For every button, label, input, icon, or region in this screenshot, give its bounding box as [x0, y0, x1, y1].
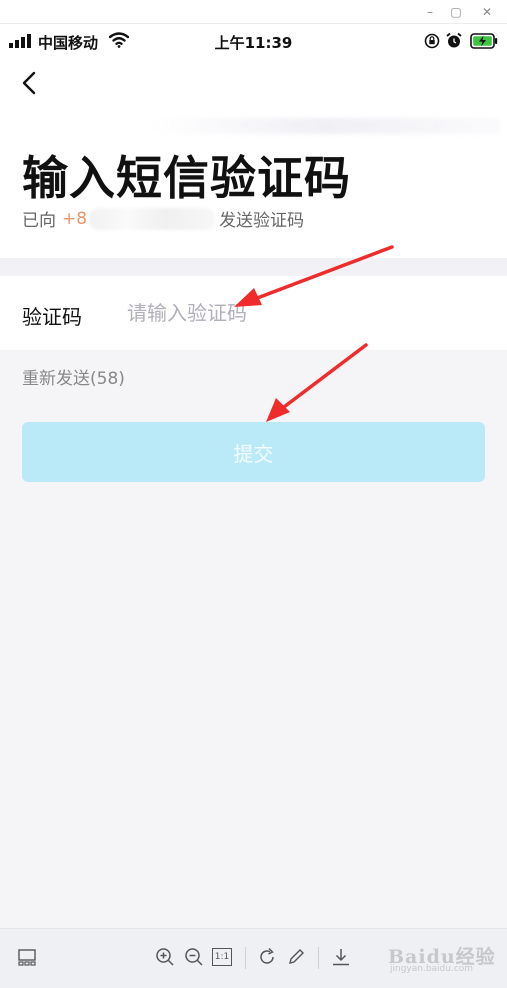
verification-code-row: 验证码 [0, 276, 507, 350]
resend-countdown[interactable]: 重新发送(58) [22, 364, 125, 389]
battery-charging-icon [470, 33, 498, 49]
annotation-arrow-submit [266, 343, 368, 422]
section-divider [0, 258, 507, 276]
baidu-jingyan-watermark: Baidu经验 jingyan.baidu.com [388, 930, 498, 974]
submit-button[interactable]: 提交 [22, 422, 485, 482]
minimize-button[interactable]: – [421, 3, 439, 21]
verification-code-input[interactable] [127, 294, 477, 332]
orientation-lock-icon [424, 33, 440, 49]
subtitle-prefix: 已向 [22, 211, 56, 231]
close-window-button[interactable]: ✕ [478, 3, 496, 21]
thumbnail-icon[interactable] [16, 946, 38, 968]
window-titlebar: – ▢ ✕ [0, 0, 507, 24]
sent-to-notice: 已向 +8 发送验证码 [22, 206, 304, 231]
phone-number: +8 [62, 208, 88, 229]
download-icon[interactable] [330, 946, 352, 968]
toolbar-separator [318, 947, 319, 969]
page-title: 输入短信验证码 [22, 151, 351, 205]
blurred-region [150, 118, 500, 134]
toolbar-separator [245, 947, 246, 969]
edit-icon[interactable] [285, 946, 307, 968]
actual-size-icon[interactable]: 1:1 [212, 948, 232, 966]
status-bar: 中国移动 上午11:39 [0, 24, 507, 58]
zoom-out-icon[interactable] [183, 946, 205, 968]
masked-phone-number [89, 207, 216, 230]
rotate-icon[interactable] [256, 946, 278, 968]
watermark-url: jingyan.baidu.com [390, 964, 474, 974]
chevron-left-icon[interactable] [18, 70, 42, 96]
verification-code-label: 验证码 [22, 305, 82, 329]
alarm-icon [446, 32, 462, 48]
page-header: 输入短信验证码 已向 +8 发送验证码 [0, 58, 507, 258]
zoom-in-icon[interactable] [154, 946, 176, 968]
maximize-button[interactable]: ▢ [447, 3, 465, 21]
subtitle-suffix: 发送验证码 [219, 211, 305, 231]
